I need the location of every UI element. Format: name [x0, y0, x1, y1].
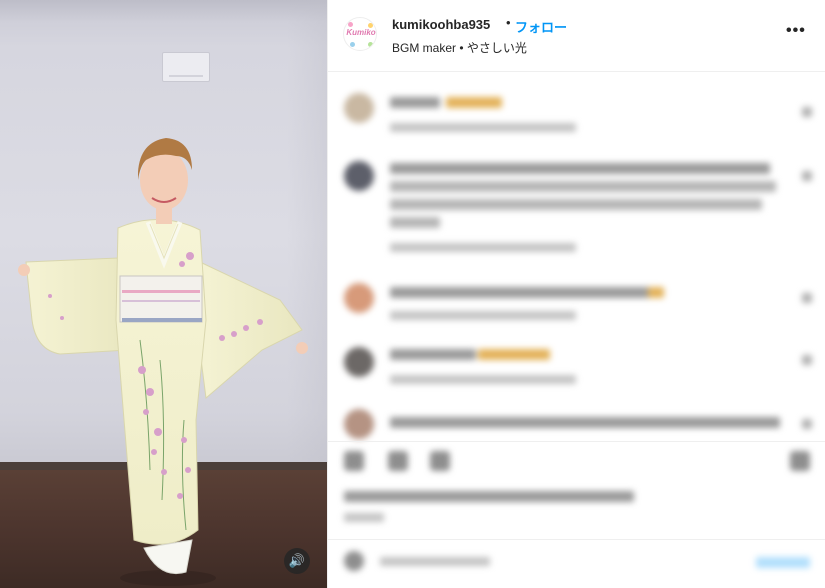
more-options-icon[interactable]: ••• — [786, 22, 806, 40]
comment-emoji — [446, 97, 502, 108]
like-comment-icon[interactable] — [802, 293, 812, 303]
comment-text — [390, 163, 770, 174]
comments-section — [328, 73, 825, 588]
avatar-dot — [348, 22, 353, 27]
post-header: Kumiko kumikoohba935 • フォロー BGM maker • … — [328, 0, 825, 72]
comment-text — [390, 199, 762, 210]
comment-meta — [390, 311, 576, 320]
likes-count — [344, 491, 634, 502]
comment-avatar[interactable] — [344, 161, 374, 191]
comment-meta — [390, 123, 576, 132]
like-icon[interactable] — [344, 451, 364, 471]
mute-button[interactable]: 🔊 — [284, 548, 310, 574]
profile-avatar[interactable]: Kumiko — [343, 17, 377, 51]
follow-button[interactable]: フォロー — [515, 17, 567, 36]
post-comment-button[interactable] — [756, 557, 810, 568]
comment-icon[interactable] — [388, 451, 408, 471]
like-comment-icon[interactable] — [802, 107, 812, 117]
comment-emoji — [648, 287, 664, 298]
comment-avatar[interactable] — [344, 283, 374, 313]
header-separator: • — [506, 15, 511, 30]
comment-username — [390, 97, 440, 108]
avatar-dot — [350, 42, 355, 47]
audio-subtitle[interactable]: BGM maker • やさしい光 — [392, 39, 527, 56]
username-link[interactable]: kumikoohba935 — [392, 17, 490, 32]
like-comment-icon[interactable] — [802, 171, 812, 181]
like-comment-icon[interactable] — [802, 355, 812, 365]
comment-meta — [390, 375, 576, 384]
comment-input[interactable] — [380, 557, 490, 566]
save-icon[interactable] — [790, 451, 810, 471]
comment-text — [390, 181, 776, 192]
comment-avatar[interactable] — [344, 93, 374, 123]
like-comment-icon[interactable] — [802, 419, 812, 429]
comment-text — [390, 417, 780, 428]
comment-meta — [390, 243, 576, 252]
post-details-panel: Kumiko kumikoohba935 • フォロー BGM maker • … — [327, 0, 825, 588]
comment-emoji — [478, 349, 550, 360]
comment-text — [390, 217, 440, 228]
post-date — [344, 513, 384, 522]
woman-in-kimono — [18, 138, 308, 586]
actions-divider — [328, 441, 825, 442]
input-divider — [328, 539, 825, 540]
comment-avatar[interactable] — [344, 347, 374, 377]
comment-text — [390, 287, 660, 298]
share-icon[interactable] — [430, 451, 450, 471]
post-media[interactable]: 🔊 — [0, 0, 327, 588]
comment-username — [390, 349, 476, 360]
speaker-icon: 🔊 — [288, 553, 306, 568]
avatar-logo-text: Kumiko — [346, 28, 376, 37]
emoji-icon[interactable] — [344, 551, 364, 571]
comment-avatar[interactable] — [344, 409, 374, 439]
avatar-dot — [368, 42, 373, 47]
